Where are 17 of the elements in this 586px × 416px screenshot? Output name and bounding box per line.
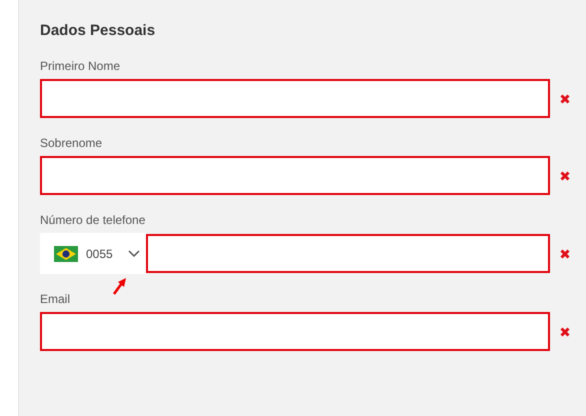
field-label: Número de telefone: [40, 213, 146, 227]
flag-icon: [54, 246, 78, 262]
field-label: Sobrenome: [40, 136, 104, 150]
country-code-select[interactable]: 0055: [40, 233, 146, 274]
error-icon: [560, 94, 570, 104]
input-field[interactable]: [40, 79, 550, 118]
input-field[interactable]: [40, 156, 550, 195]
arrow-icon: [112, 277, 128, 295]
error-icon: [560, 170, 570, 180]
error-icon: [560, 326, 570, 336]
input-field[interactable]: [40, 312, 550, 351]
error-icon: [560, 248, 570, 258]
field-label: Email: [40, 292, 72, 306]
phone-field[interactable]: [146, 234, 550, 273]
section-title: Dados Pessoais: [40, 22, 156, 39]
field-label: Primeiro Nome: [40, 59, 122, 73]
chevron-down-icon: [128, 250, 140, 258]
